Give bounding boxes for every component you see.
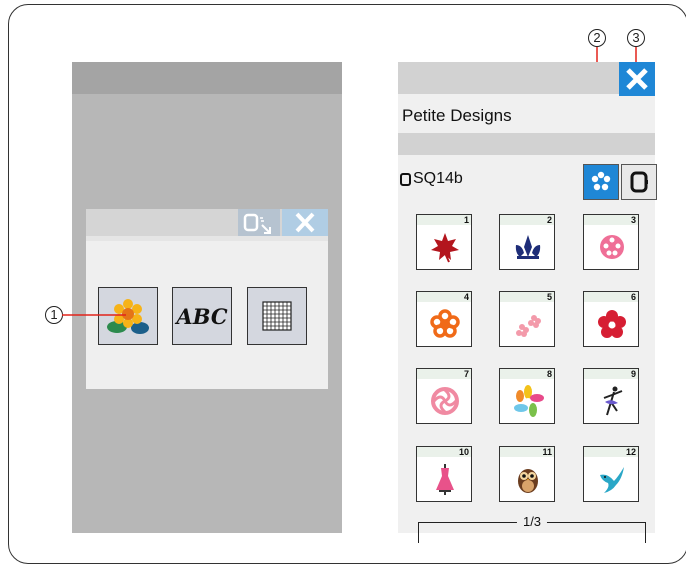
ballerina-icon (603, 386, 623, 416)
tile-header (417, 369, 471, 379)
design-tile-10[interactable]: 10 (416, 446, 472, 502)
close-icon (295, 212, 315, 233)
red-flower-icon (598, 310, 626, 338)
tile-number: 12 (625, 447, 636, 457)
tile-header (584, 215, 638, 225)
design-tile-7[interactable]: 7 (416, 368, 472, 424)
design-tile-6[interactable]: 6 (583, 291, 639, 347)
callout-3: 3 (627, 29, 645, 47)
lotus-icon (515, 235, 541, 259)
maple-leaf-icon (431, 233, 459, 263)
pink-blossoms-icon (516, 315, 541, 337)
hoop-icon (400, 172, 411, 186)
design-tile-4[interactable]: 4 (416, 291, 472, 347)
hoop-icon (630, 171, 648, 193)
page-number: 1/3 (516, 514, 548, 529)
grid-icon (262, 301, 292, 331)
design-tile-3[interactable]: 3 (583, 214, 639, 270)
callout-2: 2 (588, 29, 606, 47)
right-screen: Petite Designs SQ14b 1 2 3 4 5 6 7 8 9 10 11 12 1/3 (398, 62, 657, 543)
embroidery-menu-dialog: ABC (86, 209, 328, 389)
design-tile-5[interactable]: 5 (499, 291, 555, 347)
tile-header (584, 369, 638, 379)
design-tile-12[interactable]: 12 (583, 446, 639, 502)
tile-number: 9 (630, 369, 636, 379)
design-tile-8[interactable]: 8 (499, 368, 555, 424)
close-icon (626, 68, 648, 90)
hoop-select-button[interactable] (238, 209, 280, 236)
tile-header (500, 369, 554, 379)
callout-1-line (62, 314, 126, 316)
tile-number: 6 (630, 292, 636, 302)
design-tile-9[interactable]: 9 (583, 368, 639, 424)
pink-sphere-icon (600, 235, 624, 259)
owl-icon (518, 469, 538, 493)
design-tile-11[interactable]: 11 (499, 446, 555, 502)
grid-button[interactable] (247, 287, 307, 345)
hoop-select-icon (243, 213, 271, 234)
callout-1: 1 (45, 306, 63, 324)
pink-rosette-icon (431, 387, 459, 415)
subtitle-bar (398, 133, 655, 155)
pinwheel-flower-icon (514, 385, 544, 417)
hoop-select-button[interactable] (621, 164, 657, 200)
hoop-size-label: SQ14b (413, 170, 463, 187)
tile-number: 4 (463, 292, 469, 302)
tile-number: 5 (546, 292, 552, 302)
tile-header (500, 215, 554, 225)
tile-number: 8 (546, 369, 552, 379)
design-category-button[interactable] (583, 164, 619, 200)
pink-dress-icon (436, 464, 454, 495)
hoop-indicator: SQ14b (400, 170, 463, 188)
tile-header (417, 215, 471, 225)
tile-number: 3 (630, 215, 636, 225)
tile-header (500, 292, 554, 302)
page-title: Petite Designs (402, 106, 512, 125)
monogram-button[interactable]: ABC (172, 287, 232, 345)
snowflake-flower-icon (591, 171, 611, 191)
bird-icon (600, 467, 624, 493)
abc-font-icon: ABC (176, 303, 228, 329)
orange-flower-icon (430, 309, 460, 338)
tile-number: 1 (463, 215, 469, 225)
close-button[interactable] (282, 209, 328, 236)
tile-header (584, 292, 638, 302)
left-screen: ABC (72, 62, 342, 533)
close-button[interactable] (619, 62, 655, 96)
tile-number: 10 (458, 447, 469, 457)
design-tile-1[interactable]: 1 (416, 214, 472, 270)
right-top-bar (398, 62, 655, 94)
tile-header (417, 292, 471, 302)
tile-number: 7 (463, 369, 469, 379)
design-tile-2[interactable]: 2 (499, 214, 555, 270)
tile-number: 11 (542, 447, 552, 457)
tile-number: 2 (546, 215, 552, 225)
dialog-divider (86, 236, 328, 241)
left-top-bar (72, 62, 342, 94)
